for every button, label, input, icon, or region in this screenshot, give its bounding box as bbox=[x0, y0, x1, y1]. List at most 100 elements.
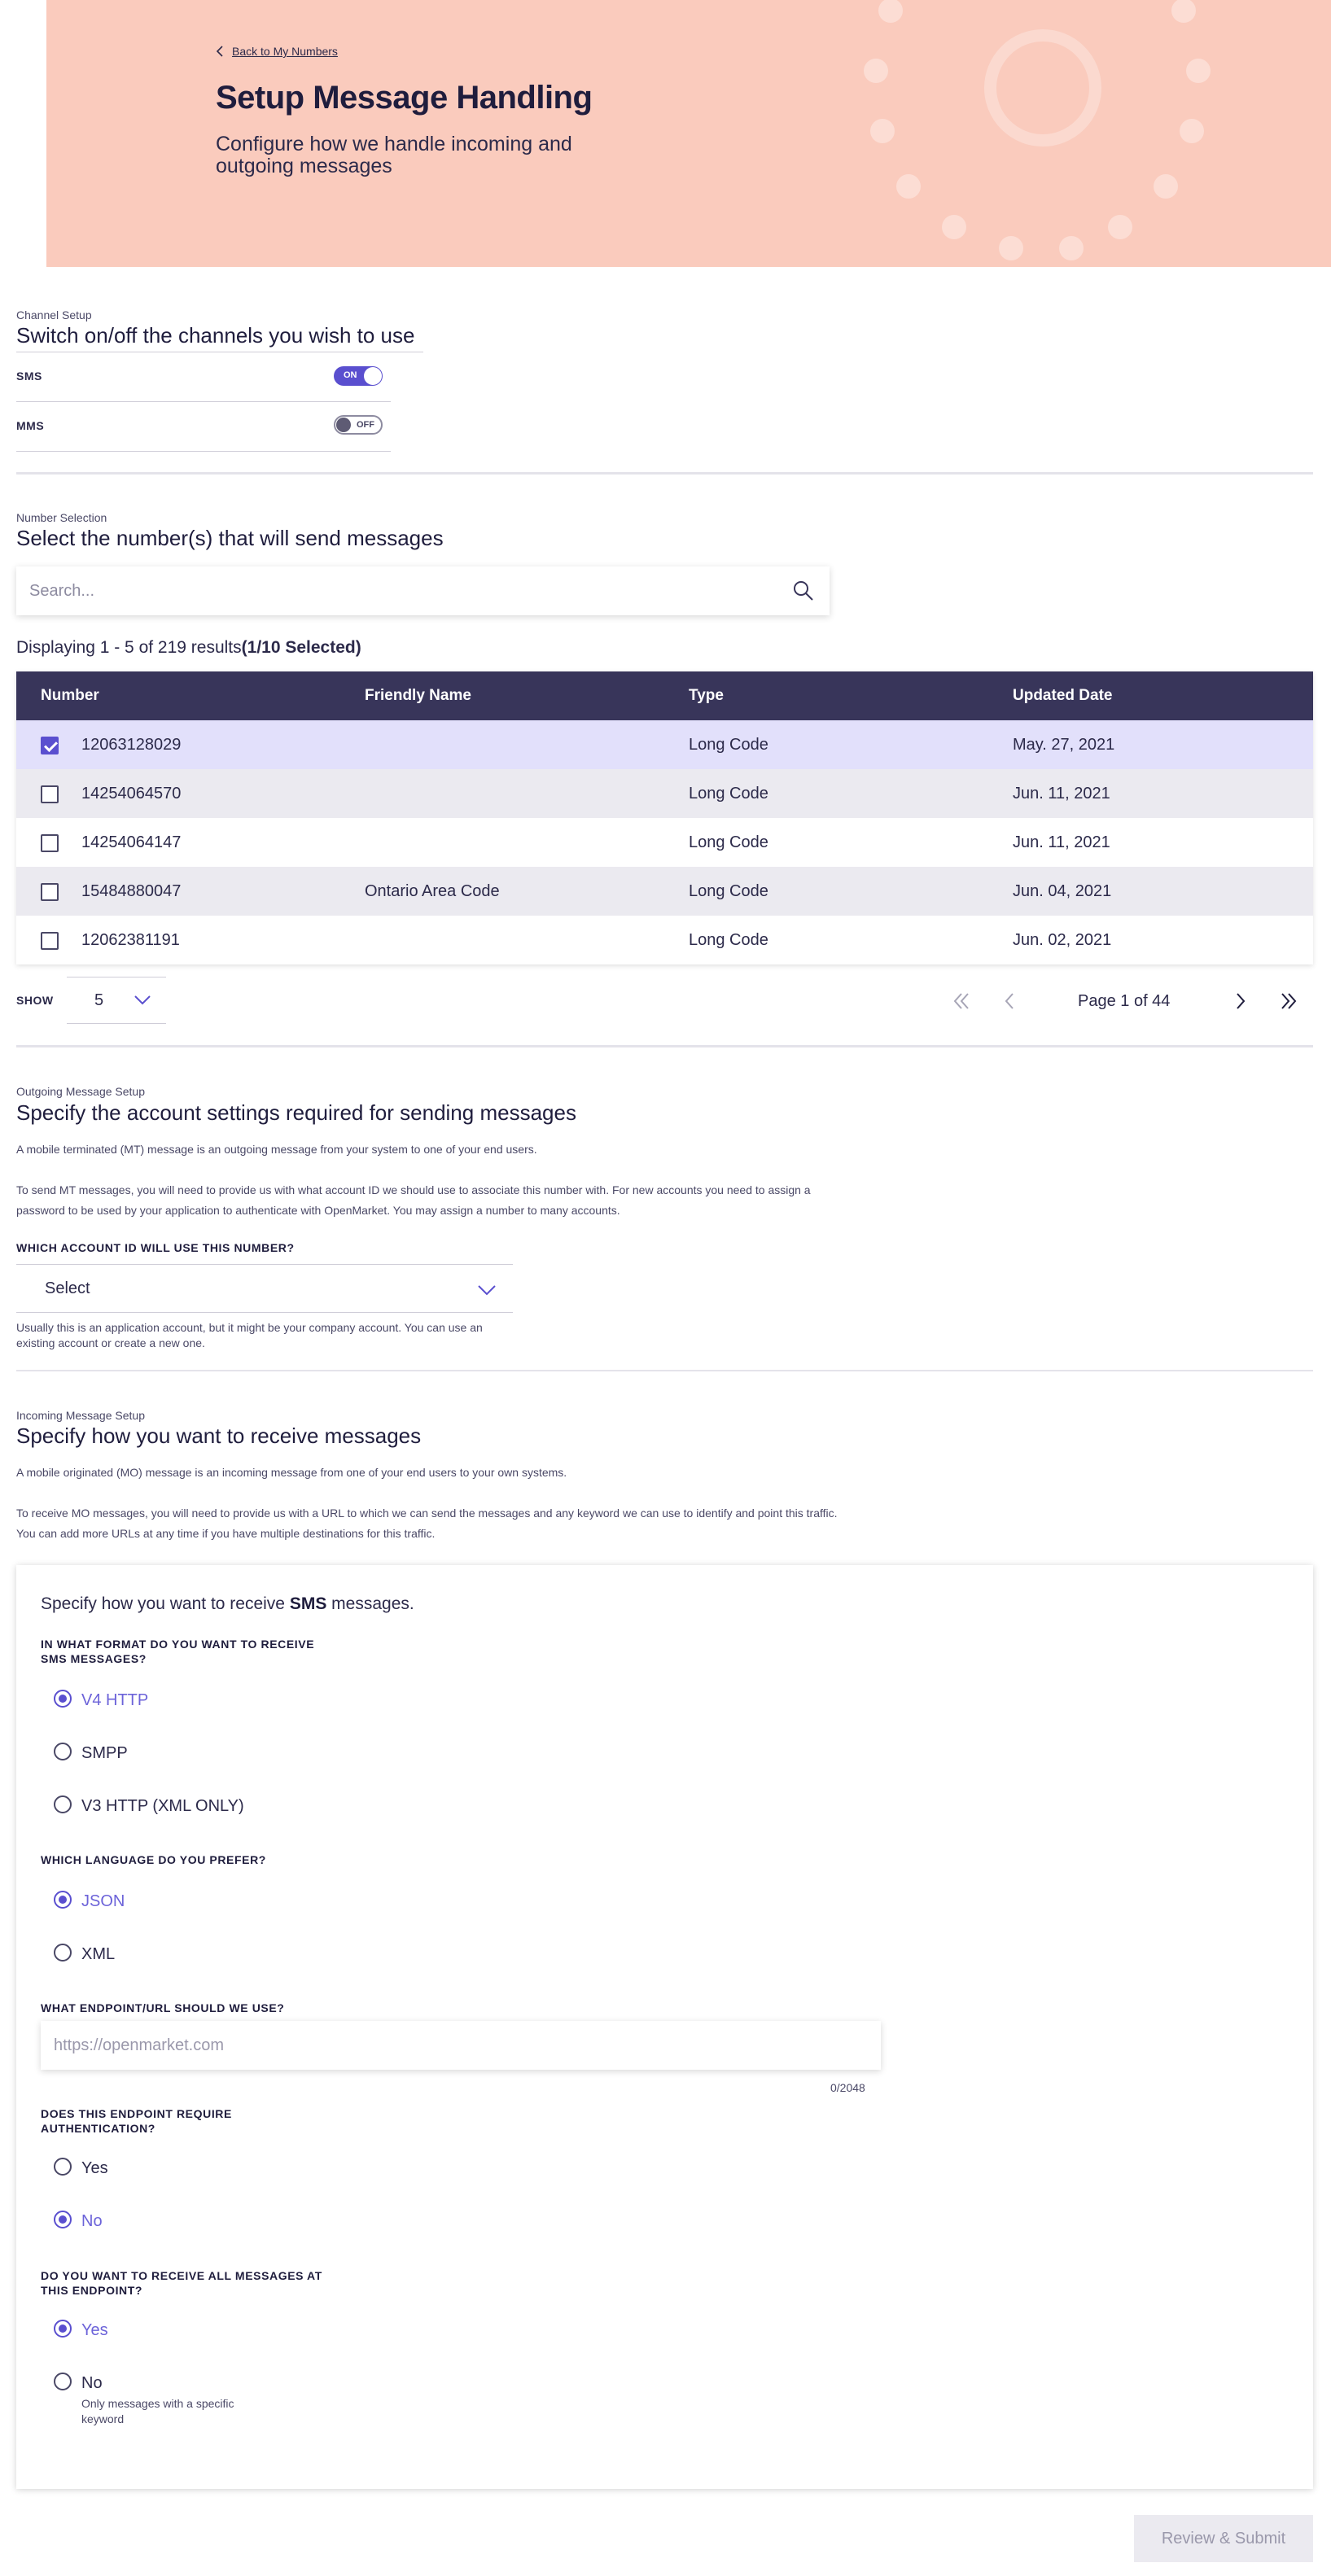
outgoing-title: Specify the account settings required fo… bbox=[16, 1100, 576, 1125]
decorative-dot bbox=[1180, 119, 1204, 143]
next-page-icon[interactable] bbox=[1228, 989, 1252, 1013]
cell-type: Long Code bbox=[689, 785, 768, 803]
card-intro-channel: SMS bbox=[289, 1594, 327, 1613]
radio-label-xml[interactable]: XML bbox=[81, 1945, 115, 1964]
account-id-value: Select bbox=[45, 1279, 90, 1297]
incoming-title: Specify how you want to receive messages bbox=[16, 1424, 422, 1448]
cell-date: Jun. 02, 2021 bbox=[1013, 931, 1112, 949]
decorative-dot bbox=[870, 119, 895, 143]
column-header-type[interactable]: Type bbox=[689, 687, 724, 705]
column-header-number[interactable]: Number bbox=[41, 687, 99, 705]
number-selection-kicker: Number Selection bbox=[16, 511, 107, 524]
cell-date: May. 27, 2021 bbox=[1013, 736, 1115, 754]
account-id-select[interactable]: Select bbox=[16, 1264, 513, 1313]
radio-label-auth-no[interactable]: No bbox=[81, 2212, 103, 2231]
page-title: Setup Message Handling bbox=[216, 80, 593, 116]
decorative-dot bbox=[864, 59, 888, 83]
radio-auth-no[interactable] bbox=[54, 2211, 72, 2228]
toggle-knob bbox=[336, 418, 351, 432]
radio-all-no[interactable] bbox=[54, 2373, 72, 2390]
radio-auth-yes[interactable] bbox=[54, 2158, 72, 2176]
sms-receive-card: Specify how you want to receive SMS mess… bbox=[16, 1565, 1313, 2489]
toggle-state: ON bbox=[344, 370, 357, 380]
table-row[interactable]: 12063128029 Long Code May. 27, 2021 bbox=[16, 720, 1313, 769]
account-id-label: WHICH ACCOUNT ID WILL USE THIS NUMBER? bbox=[16, 1241, 295, 1254]
back-link[interactable]: Back to My Numbers bbox=[216, 45, 338, 58]
outgoing-description: A mobile terminated (MT) message is an o… bbox=[16, 1143, 537, 1156]
channel-setup-title: Switch on/off the channels you wish to u… bbox=[16, 323, 415, 348]
outgoing-kicker: Outgoing Message Setup bbox=[16, 1085, 145, 1098]
column-header-friendly-name[interactable]: Friendly Name bbox=[365, 687, 471, 705]
decorative-dot bbox=[942, 215, 966, 239]
decorative-dot bbox=[1186, 59, 1211, 83]
number-selection-title: Select the number(s) that will send mess… bbox=[16, 526, 444, 550]
endpoint-field bbox=[41, 2021, 881, 2070]
numbers-table: Number Friendly Name Type Updated Date 1… bbox=[16, 671, 1313, 964]
decorative-dot bbox=[896, 174, 921, 199]
table-row[interactable]: 12062381191 Long Code Jun. 02, 2021 bbox=[16, 916, 1313, 964]
row-checkbox[interactable] bbox=[41, 785, 59, 803]
row-checkbox[interactable] bbox=[41, 932, 59, 950]
cell-number: 12062381191 bbox=[81, 931, 180, 949]
incoming-kicker: Incoming Message Setup bbox=[16, 1409, 145, 1422]
row-checkbox[interactable] bbox=[41, 834, 59, 852]
chevron-down-icon bbox=[134, 995, 151, 1005]
sms-toggle[interactable]: ON bbox=[334, 366, 383, 386]
radio-label-json[interactable]: JSON bbox=[81, 1892, 125, 1911]
row-checkbox[interactable] bbox=[41, 883, 59, 901]
radio-json[interactable] bbox=[54, 1891, 72, 1909]
page-size-value: 5 bbox=[94, 991, 104, 1009]
last-page-icon[interactable] bbox=[1276, 989, 1301, 1013]
cell-type: Long Code bbox=[689, 931, 768, 949]
table-row[interactable]: 14254064147 Long Code Jun. 11, 2021 bbox=[16, 818, 1313, 867]
channel-label-mms: MMS bbox=[16, 419, 45, 432]
section-divider bbox=[16, 472, 1313, 475]
radio-all-yes[interactable] bbox=[54, 2320, 72, 2338]
table-row[interactable]: 15484880047 Ontario Area Code Long Code … bbox=[16, 867, 1313, 916]
radio-v3-http[interactable] bbox=[54, 1795, 72, 1813]
radio-label-v3-http[interactable]: V3 HTTP (XML ONLY) bbox=[81, 1797, 244, 1816]
search-input[interactable] bbox=[29, 566, 778, 615]
divider bbox=[16, 401, 391, 402]
mms-toggle[interactable]: OFF bbox=[334, 415, 383, 435]
cell-friendly-name: Ontario Area Code bbox=[365, 882, 500, 900]
previous-page-icon[interactable] bbox=[998, 989, 1022, 1013]
results-summary: Displaying 1 - 5 of 219 results(1/10 Sel… bbox=[16, 638, 361, 658]
search-box bbox=[16, 566, 830, 615]
account-id-helper: Usually this is an application account, … bbox=[16, 1321, 483, 1349]
radio-smpp[interactable] bbox=[54, 1743, 72, 1760]
search-icon[interactable] bbox=[792, 579, 815, 602]
radio-label-all-yes[interactable]: Yes bbox=[81, 2321, 108, 2340]
review-submit-button[interactable]: Review & Submit bbox=[1134, 2515, 1313, 2562]
cell-date: Jun. 11, 2021 bbox=[1013, 785, 1110, 803]
radio-xml[interactable] bbox=[54, 1944, 72, 1962]
radio-label-v4-http[interactable]: V4 HTTP bbox=[81, 1691, 148, 1710]
channel-setup-kicker: Channel Setup bbox=[16, 308, 92, 321]
radio-label-auth-yes[interactable]: Yes bbox=[81, 2159, 108, 2178]
chevron-left-icon bbox=[216, 46, 223, 57]
table-header: Number Friendly Name Type Updated Date bbox=[16, 671, 1313, 720]
results-count: Displaying 1 - 5 of 219 results bbox=[16, 638, 242, 657]
toggle-knob bbox=[364, 367, 382, 385]
card-intro: Specify how you want to receive SMS mess… bbox=[41, 1594, 414, 1614]
radio-v4-http[interactable] bbox=[54, 1690, 72, 1708]
radio-label-smpp[interactable]: SMPP bbox=[81, 1744, 128, 1763]
toggle-state: OFF bbox=[357, 420, 374, 430]
cell-number: 14254064147 bbox=[81, 833, 182, 851]
radio-label-all-no[interactable]: No bbox=[81, 2374, 103, 2393]
auth-question: DOES THIS ENDPOINT REQUIRE AUTHENTICATIO… bbox=[41, 2107, 232, 2135]
format-question: IN WHAT FORMAT DO YOU WANT TO RECEIVE SM… bbox=[41, 1638, 315, 1665]
incoming-instructions: To receive MO messages, you will need to… bbox=[16, 1507, 838, 1540]
column-header-updated-date[interactable]: Updated Date bbox=[1013, 687, 1112, 705]
row-checkbox[interactable] bbox=[41, 737, 59, 754]
cell-type: Long Code bbox=[689, 882, 768, 900]
all-messages-question: DO YOU WANT TO RECEIVE ALL MESSAGES AT T… bbox=[41, 2269, 322, 2297]
first-page-icon[interactable] bbox=[949, 989, 974, 1013]
page-size-select[interactable]: 5 bbox=[67, 977, 166, 1024]
back-link-label: Back to My Numbers bbox=[232, 45, 338, 58]
decorative-dot bbox=[999, 236, 1023, 260]
table-row[interactable]: 14254064570 Long Code Jun. 11, 2021 bbox=[16, 769, 1313, 818]
endpoint-input[interactable] bbox=[54, 2021, 860, 2070]
cell-type: Long Code bbox=[689, 833, 768, 851]
selected-count: (1/10 Selected) bbox=[241, 638, 361, 657]
